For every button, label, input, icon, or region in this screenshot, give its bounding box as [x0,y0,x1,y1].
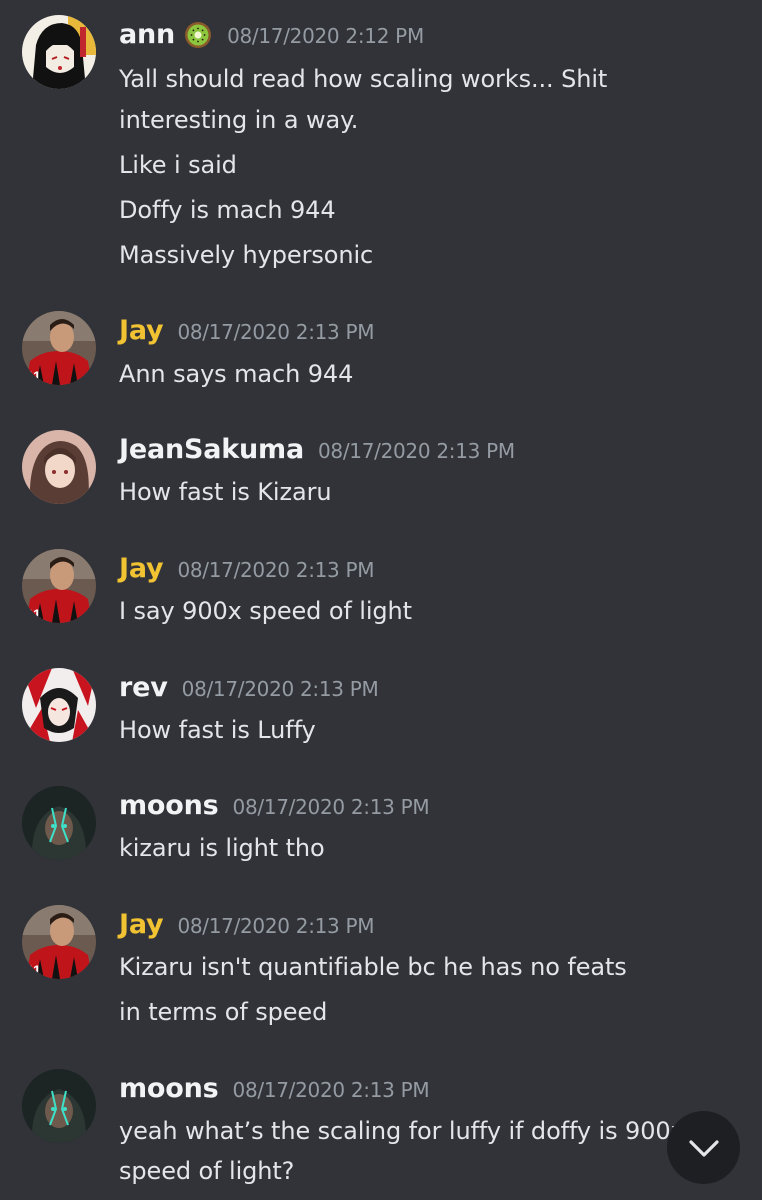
message-text: kizaru is light tho [119,834,325,862]
message-header: JeanSakuma 08/17/2020 2:13 PM [119,430,515,470]
username[interactable]: Jay [119,905,164,945]
scroll-to-bottom-button[interactable] [667,1111,740,1184]
timestamp: 08/17/2020 2:13 PM [318,439,515,463]
message-text: interesting in a way. [119,106,359,134]
message-header: moons 08/17/2020 2:13 PM [119,1069,430,1109]
message-text: Ann says mach 944 [119,360,354,388]
timestamp: 08/17/2020 2:13 PM [232,1078,430,1102]
chevron-down-icon [686,1130,722,1166]
avatar[interactable]: 11 [22,549,96,623]
avatar[interactable] [22,1069,96,1143]
message-header: Jay 08/17/2020 2:13 PM [119,905,375,945]
message-header: Jay 08/17/2020 2:13 PM [119,549,375,589]
timestamp: 08/17/2020 2:13 PM [177,558,375,582]
avatar[interactable] [22,430,96,504]
message-header: ann 08/17/2020 2:12 PM [119,15,424,55]
message-text: How fast is Kizaru [119,478,332,506]
username[interactable]: JeanSakuma [119,430,304,470]
message-header: moons 08/17/2020 2:13 PM [119,786,430,826]
avatar[interactable] [22,668,96,742]
message-text: How fast is Luffy [119,716,316,744]
message-text: in terms of speed [119,998,328,1026]
username[interactable]: ann [119,15,175,55]
avatar[interactable]: 11 [22,905,96,979]
message-text: speed of light? [119,1157,295,1185]
username[interactable]: Jay [119,311,164,351]
kiwi-icon [183,20,213,50]
svg-text:11: 11 [26,368,41,384]
message-text: Massively hypersonic [119,241,374,269]
svg-text:11: 11 [26,606,41,622]
message-header: Jay 08/17/2020 2:13 PM [119,311,375,351]
svg-text:11: 11 [26,962,41,978]
timestamp: 08/17/2020 2:13 PM [232,795,430,819]
message-text: I say 900x speed of light [119,597,412,625]
username[interactable]: moons [119,786,219,826]
message-text: yeah what’s the scaling for luffy if dof… [119,1117,685,1145]
timestamp: 08/17/2020 2:12 PM [227,24,424,48]
message-text: Doffy is mach 944 [119,196,336,224]
timestamp: 08/17/2020 2:13 PM [177,320,375,344]
timestamp: 08/17/2020 2:13 PM [177,914,375,938]
message-text: Yall should read how scaling works... Sh… [119,65,608,93]
username[interactable]: Jay [119,549,164,589]
message-text: Kizaru isn't quantifiable bc he has no f… [119,953,627,981]
message-text: Like i said [119,151,237,179]
message-header: rev 08/17/2020 2:13 PM [119,668,379,708]
avatar[interactable] [22,786,96,860]
username[interactable]: moons [119,1069,219,1109]
timestamp: 08/17/2020 2:13 PM [181,677,379,701]
username[interactable]: rev [119,668,168,708]
avatar[interactable] [22,15,96,89]
avatar[interactable]: 11 [22,311,96,385]
